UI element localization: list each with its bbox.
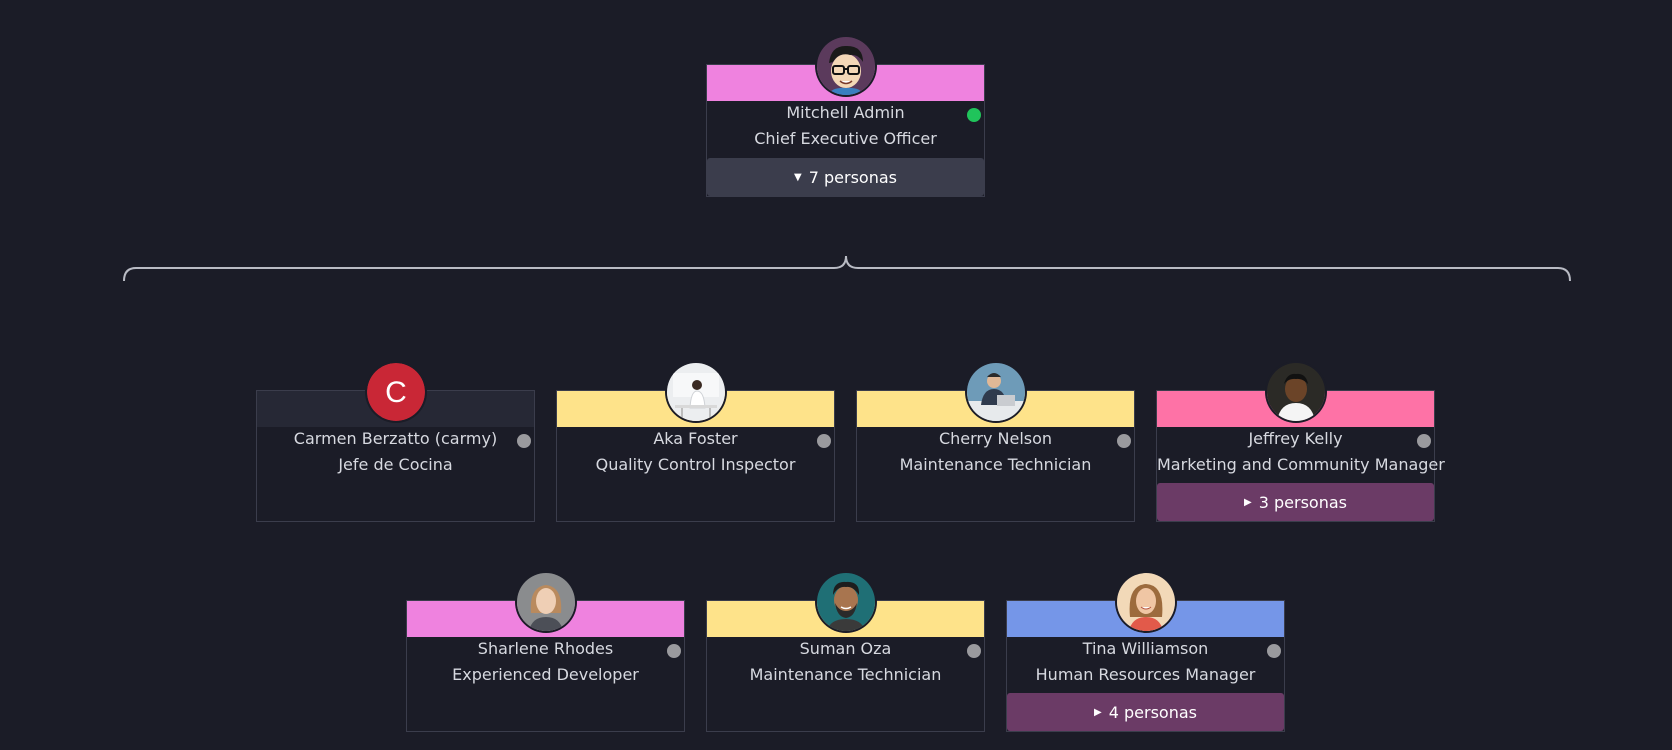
bearded-man-avatar-icon[interactable] <box>816 573 875 631</box>
employee-name[interactable]: Sharlene Rhodes <box>407 639 684 659</box>
caret-right-icon: ▶ <box>1094 706 1102 718</box>
presence-offline-indicator <box>967 644 981 658</box>
employee-name[interactable]: Jeffrey Kelly <box>1157 429 1434 449</box>
caret-down-icon: ▼ <box>794 171 802 183</box>
cartoon-man-avatar-icon[interactable] <box>816 37 875 95</box>
man-at-laptop-avatar-icon[interactable] <box>966 363 1025 421</box>
employee-card[interactable]: Jeffrey Kelly Marketing and Community Ma… <box>1156 363 1445 522</box>
employee-name[interactable]: Aka Foster <box>557 429 834 449</box>
employee-job-title: Maintenance Technician <box>749 665 942 684</box>
employee-name[interactable]: Carmen Berzatto (carmy) <box>257 429 534 449</box>
presence-online-indicator <box>967 108 981 122</box>
initial-c-avatar-icon[interactable]: C <box>366 363 425 421</box>
presence-offline-indicator <box>1267 644 1281 658</box>
presence-offline-indicator <box>1417 434 1431 448</box>
presence-offline-indicator <box>517 434 531 448</box>
employee-name[interactable]: Cherry Nelson <box>857 429 1134 449</box>
employee-job-title: Marketing and Community Manager <box>1157 455 1445 474</box>
woman-at-desk-avatar-icon[interactable] <box>666 363 725 421</box>
org-chart: Mitchell Admin Chief Executive Officer ▼… <box>0 0 1672 750</box>
man-portrait-avatar-icon[interactable] <box>1266 363 1325 421</box>
employee-card[interactable]: Suman Oza Maintenance Technician <box>706 573 985 732</box>
employee-card[interactable]: Cherry Nelson Maintenance Technician <box>856 363 1135 522</box>
woman-portrait-avatar-icon[interactable] <box>516 573 575 631</box>
employee-name[interactable]: Tina Williamson <box>1007 639 1284 659</box>
employee-name[interactable]: Mitchell Admin <box>707 103 984 123</box>
smiling-woman-avatar-icon[interactable] <box>1116 573 1175 631</box>
employee-card-manager[interactable]: Mitchell Admin Chief Executive Officer ▼… <box>706 37 985 197</box>
collapse-subordinates-button[interactable]: ▼ 7 personas <box>707 158 984 196</box>
employee-card[interactable]: Sharlene Rhodes Experienced Developer <box>406 573 685 732</box>
employee-job-title: Experienced Developer <box>452 665 639 684</box>
employee-card[interactable]: C Carmen Berzatto (carmy) Jefe de Cocina <box>256 363 535 522</box>
subordinate-count-label: 7 personas <box>808 167 897 187</box>
presence-offline-indicator <box>817 434 831 448</box>
subordinate-count-label: 4 personas <box>1108 702 1197 722</box>
employee-job-title: Chief Executive Officer <box>754 129 937 148</box>
employee-name[interactable]: Suman Oza <box>707 639 984 659</box>
expand-subordinates-button[interactable]: ▶ 4 personas <box>1007 693 1284 731</box>
employee-job-title: Quality Control Inspector <box>595 455 796 474</box>
caret-right-icon: ▶ <box>1244 496 1252 508</box>
subordinate-count-label: 3 personas <box>1258 492 1347 512</box>
employee-card[interactable]: Tina Williamson Human Resources Manager … <box>1006 573 1285 732</box>
employee-job-title: Human Resources Manager <box>1035 665 1256 684</box>
svg-text:C: C <box>385 376 407 409</box>
presence-offline-indicator <box>667 644 681 658</box>
employee-card[interactable]: Aka Foster Quality Control Inspector <box>556 363 835 522</box>
employee-job-title: Maintenance Technician <box>899 455 1092 474</box>
employee-job-title: Jefe de Cocina <box>338 455 453 474</box>
expand-subordinates-button[interactable]: ▶ 3 personas <box>1157 483 1434 521</box>
presence-offline-indicator <box>1117 434 1131 448</box>
